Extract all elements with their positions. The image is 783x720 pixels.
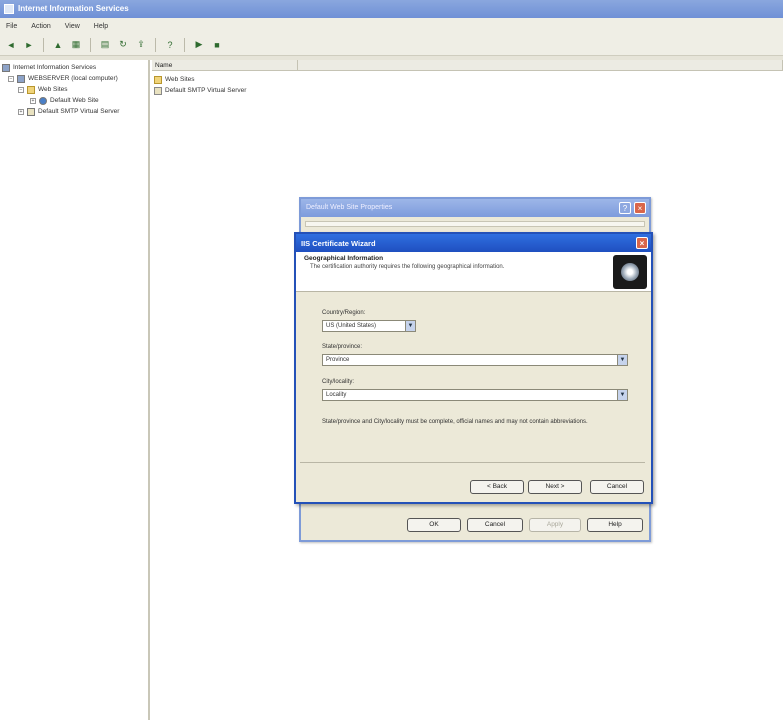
- show-tree-icon[interactable]: ▦: [69, 38, 83, 52]
- window-title: Internet Information Services: [18, 4, 129, 13]
- expand-icon[interactable]: +: [30, 97, 36, 104]
- computer-icon: [17, 74, 25, 83]
- wizard-separator: [300, 462, 645, 463]
- menu-view[interactable]: View: [65, 23, 80, 30]
- country-value: US (United States): [326, 323, 377, 329]
- window-titlebar: Internet Information Services: [0, 0, 783, 18]
- tree-node-smtp[interactable]: + Default SMTP Virtual Server: [18, 106, 119, 117]
- folder-icon: [27, 85, 35, 94]
- certificate-wizard-logo-icon: [613, 255, 647, 289]
- back-icon[interactable]: ◄: [4, 38, 18, 52]
- toolbar-separator: [90, 37, 91, 52]
- properties-icon[interactable]: ▤: [98, 38, 112, 52]
- close-icon[interactable]: ×: [634, 202, 646, 214]
- collapse-icon[interactable]: −: [18, 86, 24, 93]
- smtp-server-icon: [27, 107, 35, 116]
- help-icon[interactable]: ?: [619, 202, 631, 214]
- iis-app-icon: [4, 4, 14, 14]
- toolbar-separator: [43, 37, 44, 52]
- back-button[interactable]: < Back: [470, 480, 524, 494]
- toolbar: ◄ ► ▲ ▦ ▤ ↻ ⇪ ? ▶ ■: [0, 34, 783, 56]
- list-item-label: Default SMTP Virtual Server: [165, 87, 247, 94]
- cancel-button[interactable]: Cancel: [590, 480, 644, 494]
- menu-bar: File Action View Help: [0, 18, 783, 34]
- menu-file[interactable]: File: [6, 23, 17, 30]
- menu-action[interactable]: Action: [31, 23, 50, 30]
- wizard-body: Country/Region: US (United States) ▼ Sta…: [296, 292, 651, 502]
- column-header-empty[interactable]: [298, 60, 783, 70]
- chevron-down-icon[interactable]: ▼: [405, 321, 415, 331]
- wizard-step-subtitle: The certification authority requires the…: [310, 264, 505, 270]
- apply-button[interactable]: Apply: [529, 518, 581, 532]
- city-combobox[interactable]: Locality ▼: [322, 389, 628, 401]
- cancel-button[interactable]: Cancel: [467, 518, 523, 532]
- state-combobox[interactable]: Province ▼: [322, 354, 628, 366]
- state-label: State/province:: [322, 344, 363, 350]
- iis-root-icon: [2, 63, 10, 72]
- collapse-icon[interactable]: −: [8, 75, 14, 82]
- tree-node-root[interactable]: Internet Information Services: [2, 62, 96, 73]
- tree-node-label: WEBSERVER (local computer): [28, 75, 118, 82]
- wizard-header: Geographical Information The certificati…: [296, 252, 651, 292]
- tree-node-web-sites[interactable]: − Web Sites: [18, 84, 68, 95]
- ok-button[interactable]: OK: [407, 518, 461, 532]
- country-select[interactable]: US (United States) ▼: [322, 320, 416, 332]
- website-icon: [39, 96, 47, 105]
- stop-icon[interactable]: ■: [210, 38, 224, 52]
- abbreviation-note: State/province and City/locality must be…: [322, 419, 588, 425]
- properties-dialog-title: Default Web Site Properties: [306, 204, 393, 211]
- up-icon[interactable]: ▲: [51, 38, 65, 52]
- tab-strip: [305, 221, 645, 227]
- tree-node-label: Default SMTP Virtual Server: [38, 108, 120, 115]
- certificate-wizard-dialog: IIS Certificate Wizard × Geographical In…: [294, 232, 653, 504]
- state-value: Province: [326, 357, 350, 363]
- chevron-down-icon[interactable]: ▼: [617, 390, 627, 400]
- tree-node-server[interactable]: − WEBSERVER (local computer): [8, 73, 118, 84]
- play-icon[interactable]: ▶: [192, 38, 206, 52]
- export-icon[interactable]: ⇪: [134, 38, 148, 52]
- close-icon[interactable]: ×: [636, 237, 648, 249]
- tree-node-label: Default Web Site: [50, 97, 99, 104]
- tree-node-label: Internet Information Services: [13, 64, 97, 71]
- forward-icon[interactable]: ►: [22, 38, 36, 52]
- refresh-icon[interactable]: ↻: [116, 38, 130, 52]
- wizard-step-title: Geographical Information: [304, 255, 384, 262]
- console-tree: Internet Information Services − WEBSERVE…: [0, 60, 150, 720]
- toolbar-separator: [155, 37, 156, 52]
- toolbar-separator: [184, 37, 185, 52]
- smtp-server-icon: [154, 86, 162, 95]
- wizard-title: IIS Certificate Wizard: [301, 239, 376, 248]
- folder-icon: [154, 75, 162, 84]
- chevron-down-icon[interactable]: ▼: [617, 355, 627, 365]
- column-header-name[interactable]: Name: [152, 60, 298, 70]
- list-item[interactable]: Web Sites: [154, 74, 195, 85]
- wizard-titlebar: IIS Certificate Wizard ×: [296, 234, 651, 252]
- city-label: City/locality:: [322, 379, 355, 385]
- list-item-label: Web Sites: [165, 76, 195, 83]
- city-value: Locality: [326, 392, 347, 398]
- help-icon[interactable]: ?: [163, 38, 177, 52]
- list-item[interactable]: Default SMTP Virtual Server: [154, 85, 246, 96]
- tree-node-label: Web Sites: [38, 86, 68, 93]
- tree-node-default-web-site[interactable]: + Default Web Site: [30, 95, 99, 106]
- expand-icon[interactable]: +: [18, 108, 24, 115]
- next-button[interactable]: Next >: [528, 480, 582, 494]
- country-label: Country/Region:: [322, 310, 366, 316]
- help-button[interactable]: Help: [587, 518, 643, 532]
- menu-help[interactable]: Help: [94, 23, 108, 30]
- list-header: Name: [152, 60, 783, 71]
- properties-dialog-titlebar: Default Web Site Properties ? ×: [301, 199, 649, 217]
